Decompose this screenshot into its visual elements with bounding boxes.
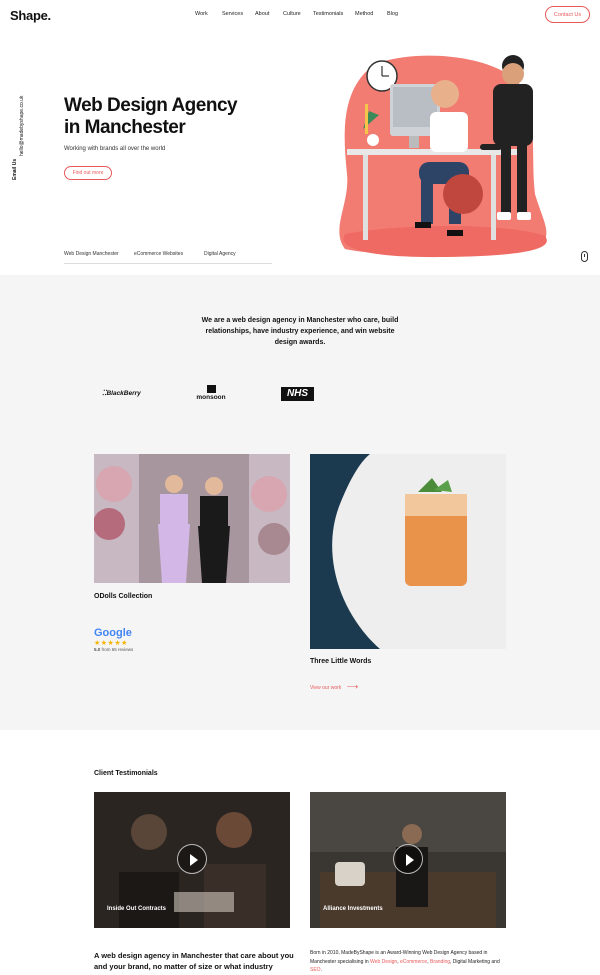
- nav-blog[interactable]: Blog: [387, 11, 398, 17]
- email-link[interactable]: hello@madebyshape.co.uk: [19, 96, 25, 156]
- client-logo-nhs: NHS: [281, 387, 314, 401]
- odolls-photo: [94, 454, 290, 583]
- tag-web-design[interactable]: Web Design Manchester: [64, 251, 134, 264]
- hero-tags: Web Design Manchester eCommerce Websites…: [64, 251, 272, 264]
- google-logo: Google: [94, 627, 132, 639]
- play-icon[interactable]: [393, 844, 423, 874]
- nav-testimonials[interactable]: Testimonials: [313, 11, 355, 17]
- play-icon[interactable]: [177, 844, 207, 874]
- cocktail-photo: [310, 454, 506, 649]
- client-logo-blackberry: ⁚⁚BlackBerry: [102, 389, 141, 397]
- scroll-mouse-icon[interactable]: [581, 251, 588, 262]
- link-ecommerce[interactable]: eCommerce: [400, 959, 427, 965]
- nav-method[interactable]: Method: [355, 11, 387, 17]
- odolls-image[interactable]: [94, 454, 290, 583]
- monsoon-icon: [206, 385, 216, 393]
- three-little-words-image[interactable]: [310, 454, 506, 649]
- monsoon-logo-text: monsoon: [196, 394, 226, 401]
- hero-subtitle: Working with brands all over the world: [64, 146, 166, 152]
- hero-title-line2: in Manchester: [64, 117, 186, 138]
- reviews-label: from 65 reviews: [101, 647, 134, 652]
- tag-digital-agency[interactable]: Digital Agency: [204, 251, 272, 264]
- video-label-1: Inside Out Contracts: [107, 906, 167, 912]
- about-text-3: .: [320, 967, 322, 973]
- testimonials-heading: Client Testimonials: [94, 770, 158, 777]
- client-logo-monsoon: monsoon: [195, 385, 227, 401]
- card-title-three-little-words[interactable]: Three Little Words: [310, 658, 371, 665]
- link-web-design[interactable]: Web Design: [370, 959, 397, 965]
- card-title-odolls[interactable]: ODolls Collection: [94, 593, 152, 600]
- view-our-work-link[interactable]: View our work ⟶: [310, 682, 358, 691]
- nav-about[interactable]: About: [255, 11, 283, 17]
- about-statement: A web design agency in Manchester that c…: [94, 951, 294, 971]
- contact-button[interactable]: Contact Us: [545, 6, 590, 23]
- link-seo[interactable]: SEO: [310, 967, 321, 973]
- brand-logo[interactable]: Shape.: [10, 8, 51, 23]
- nav-services[interactable]: Services: [222, 11, 255, 17]
- about-paragraph: Born in 2010, MadeByShape is an Award-Wi…: [310, 949, 510, 975]
- about-text-2: , Digital Marketing and: [450, 958, 500, 965]
- hero-title-line1: Web Design Agency: [64, 95, 238, 116]
- side-email: Email Us hello@madebyshape.co.uk: [10, 96, 25, 186]
- video-inside-out[interactable]: Inside Out Contracts: [94, 792, 290, 928]
- google-reviews[interactable]: Google ★★★★★ 5.0 from 65 reviews: [94, 627, 133, 652]
- reviews-count: 5.0 from 65 reviews: [94, 647, 133, 652]
- hero-title: Web Design Agency in Manchester: [64, 95, 264, 139]
- view-our-work-label: View our work: [310, 685, 342, 691]
- video-label-2: Alliance Investments: [323, 906, 383, 912]
- nav-culture[interactable]: Culture: [283, 11, 313, 17]
- main-nav: Work Services About Culture Testimonials…: [195, 11, 398, 17]
- rating-value: 5.0: [94, 647, 101, 652]
- tag-ecommerce[interactable]: eCommerce Websites: [134, 251, 204, 264]
- video-alliance[interactable]: Alliance Investments: [310, 792, 506, 928]
- star-rating: ★★★★★: [94, 640, 128, 647]
- email-us-label: Email Us: [12, 158, 18, 180]
- blackberry-logo-text: BlackBerry: [106, 390, 141, 397]
- arrow-right-icon: ⟶: [346, 682, 359, 691]
- find-out-more-button[interactable]: Find out more: [64, 166, 112, 180]
- nav-work[interactable]: Work: [195, 11, 222, 17]
- intro-statement: We are a web design agency in Manchester…: [201, 317, 399, 346]
- link-branding[interactable]: Branding: [430, 959, 450, 965]
- hero-illustration: [339, 55, 547, 258]
